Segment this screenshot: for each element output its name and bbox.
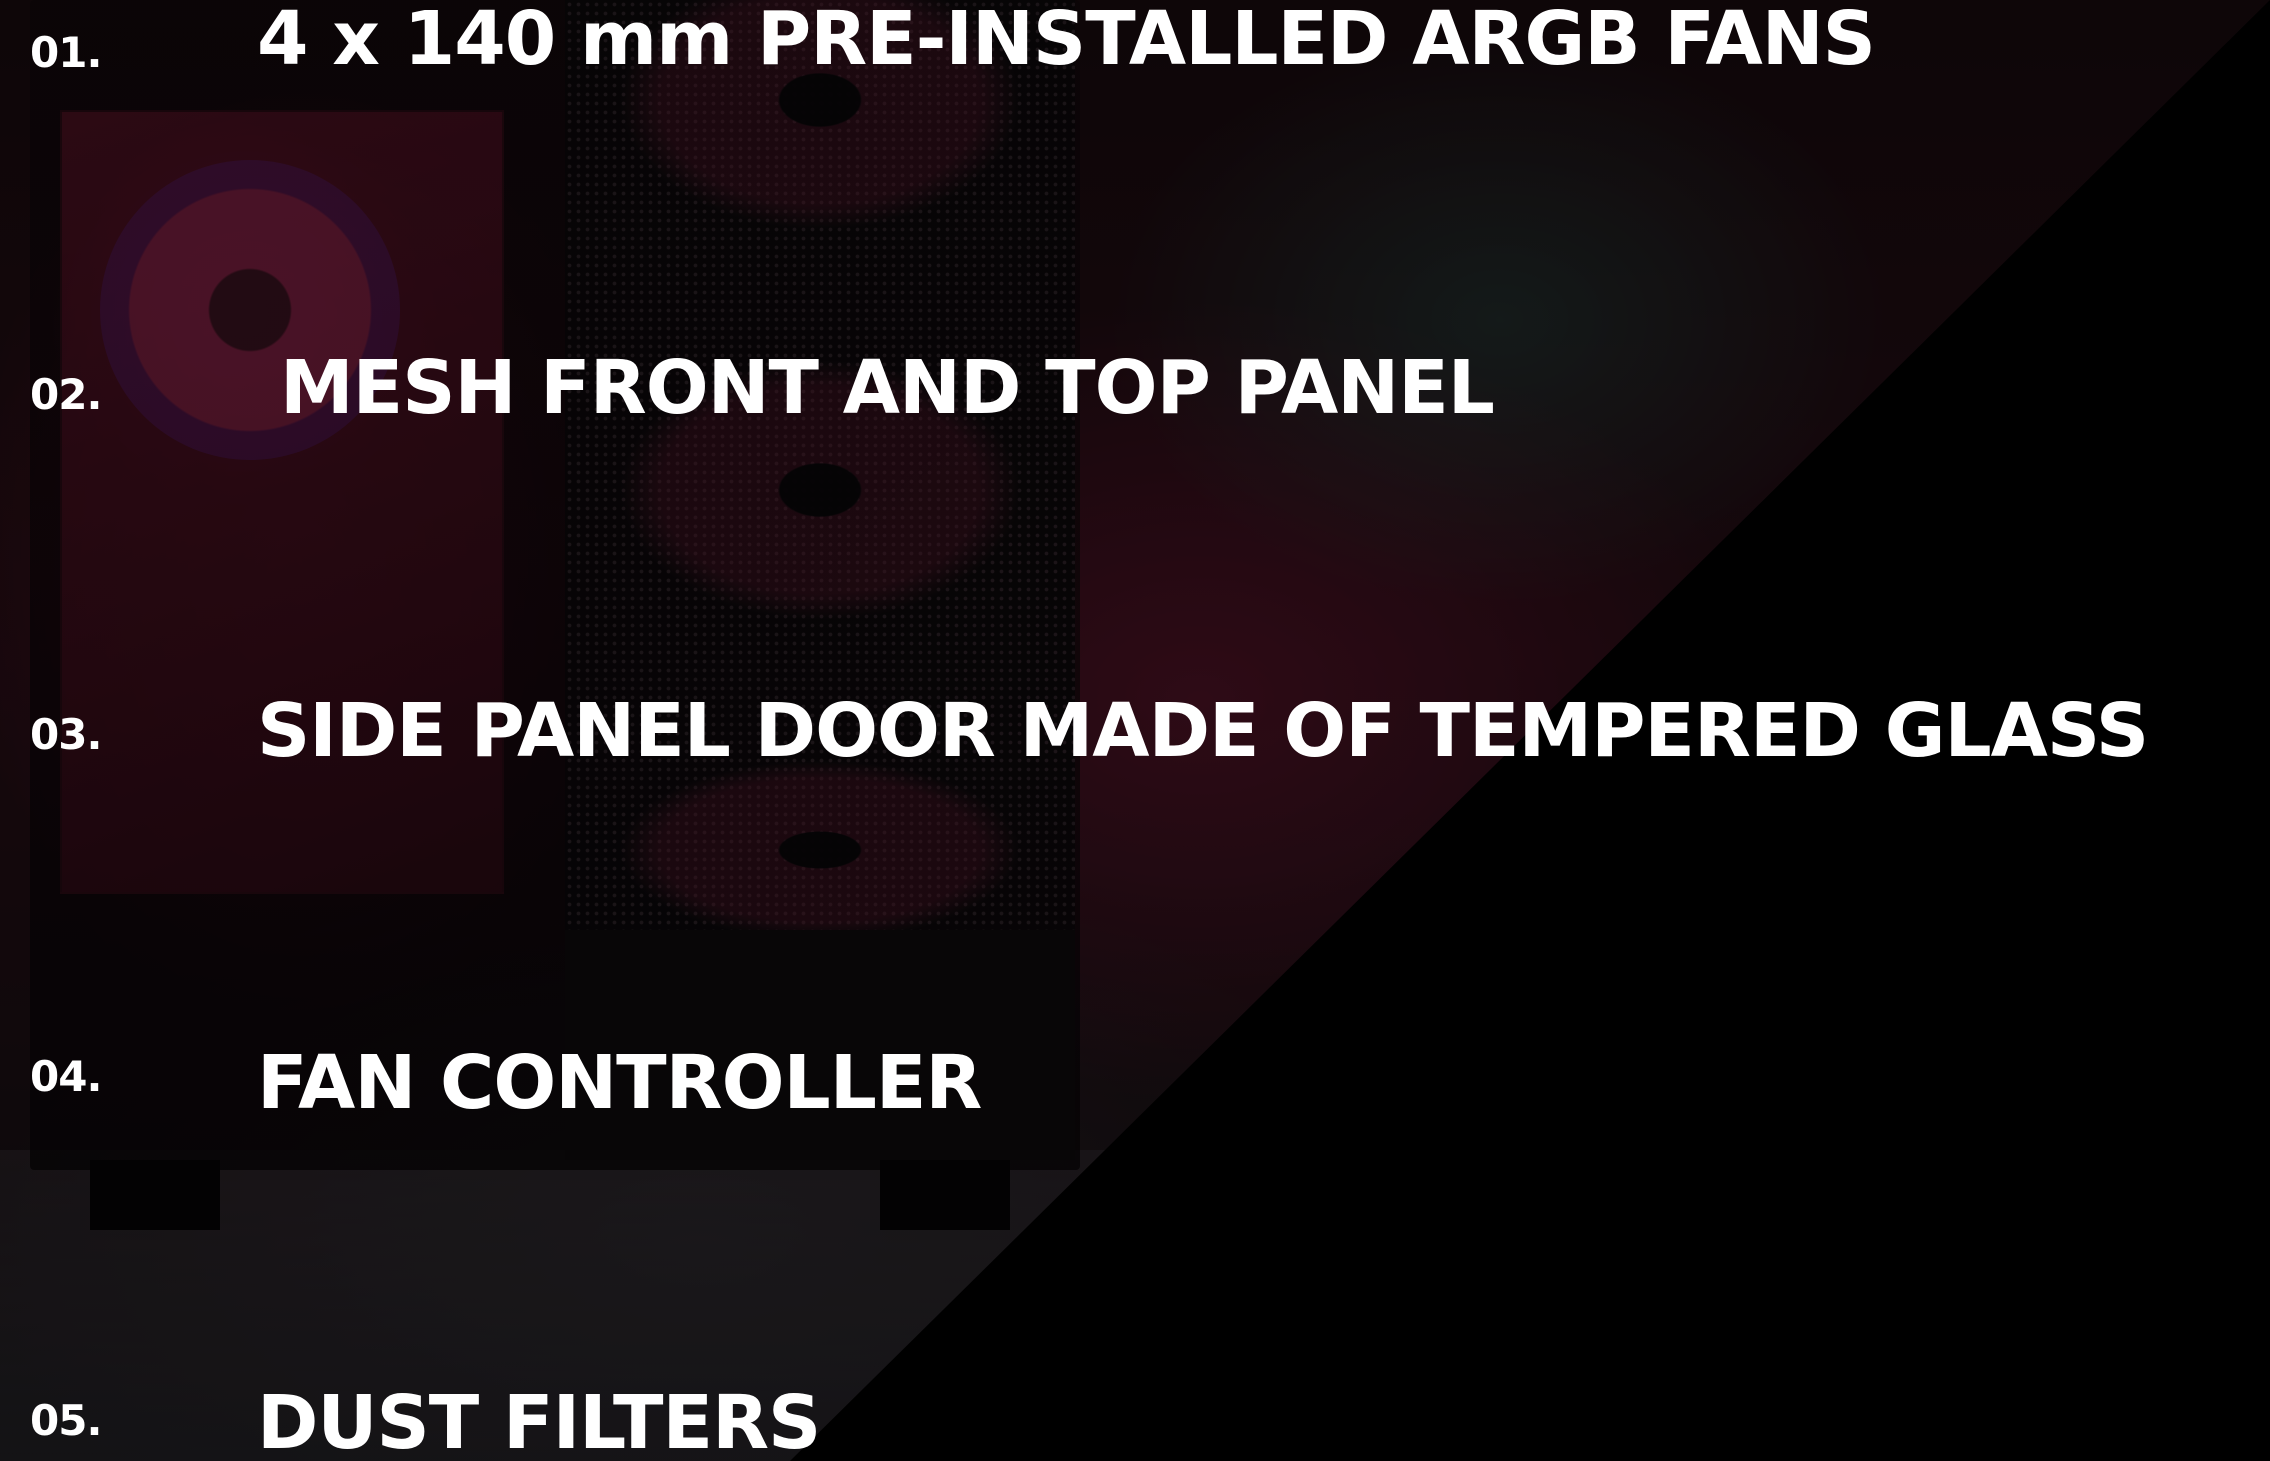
feature-label: 4 x 140 mm PRE-INSTALLED ARGB FANS (257, 0, 1876, 82)
feature-label: DUST FILTERS (257, 1380, 821, 1461)
feature-label: FAN CONTROLLER (257, 1040, 982, 1126)
feature-number: 01. (30, 28, 102, 77)
feature-label: SIDE PANEL DOOR MADE OF TEMPERED GLASS (257, 688, 2149, 774)
feature-number: 02. (30, 370, 102, 419)
feature-banner: 01. 4 x 140 mm PRE-INSTALLED ARGB FANS 0… (0, 0, 2270, 1461)
feature-number: 04. (30, 1052, 102, 1101)
feature-label: MESH FRONT AND TOP PANEL (280, 345, 1495, 431)
feature-number: 05. (30, 1396, 102, 1445)
feature-number: 03. (30, 710, 102, 759)
